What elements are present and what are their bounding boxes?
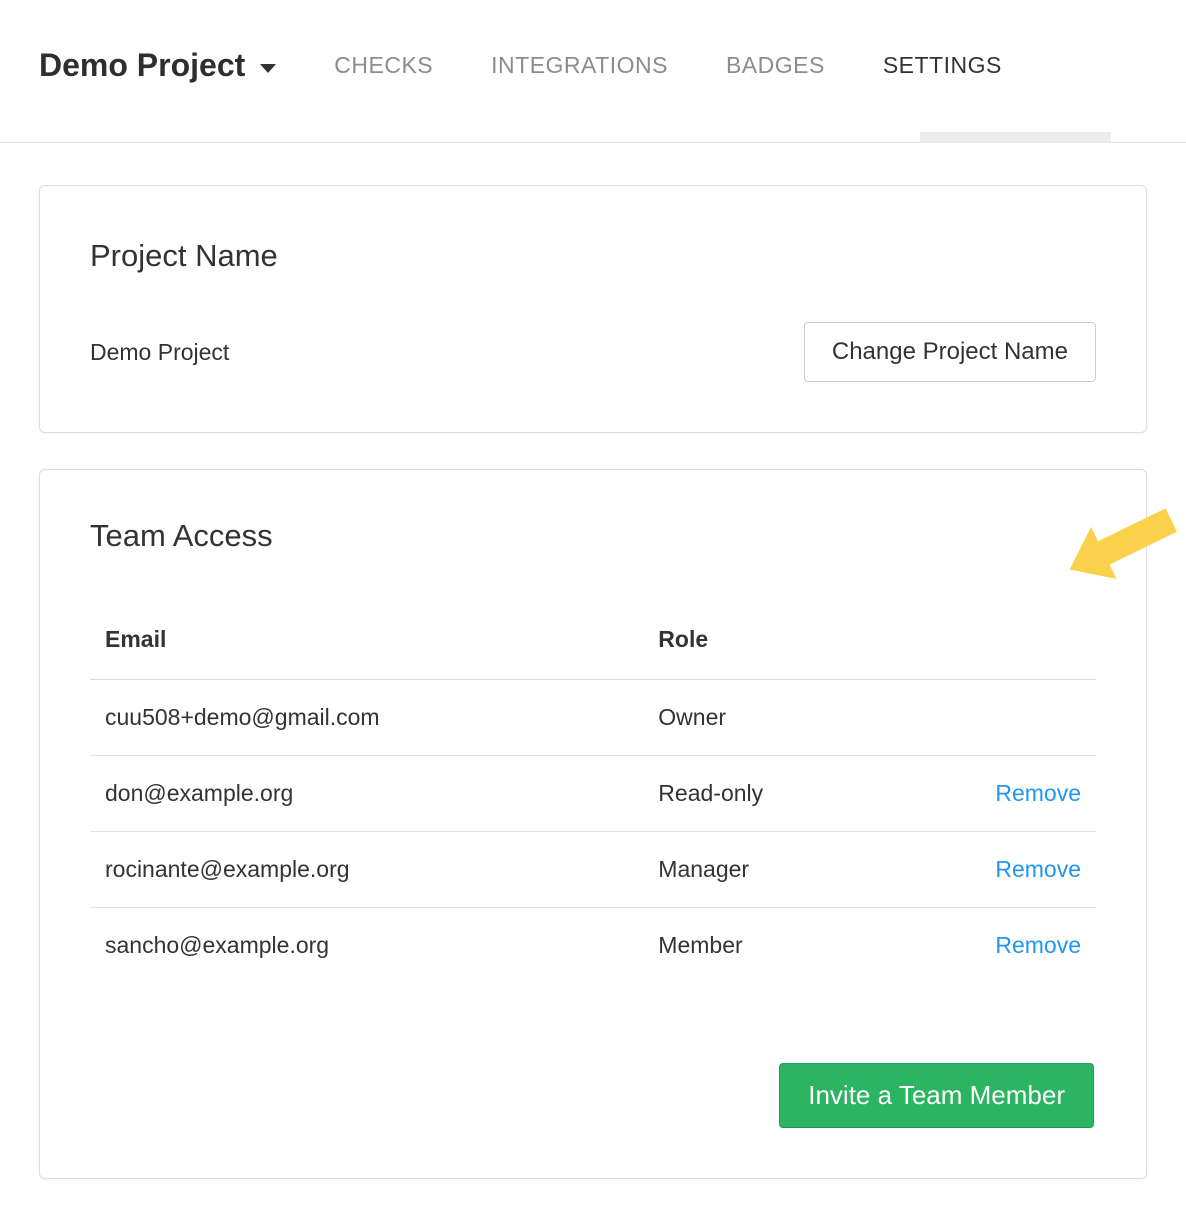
tab-settings[interactable]: SETTINGS bbox=[883, 52, 1002, 79]
member-role: Manager bbox=[643, 832, 925, 908]
chevron-down-icon bbox=[260, 64, 276, 73]
project-name-row: Demo Project Change Project Name bbox=[90, 322, 1096, 382]
column-header-action bbox=[925, 604, 1096, 680]
remove-member-link[interactable]: Remove bbox=[995, 856, 1081, 882]
invite-button-row: Invite a Team Member bbox=[90, 1063, 1096, 1128]
top-navigation-inner: Demo Project CHECKS INTEGRATIONS BADGES … bbox=[0, 0, 1186, 130]
member-role: Owner bbox=[643, 680, 925, 756]
member-role: Read-only bbox=[643, 756, 925, 832]
member-email: cuu508+demo@gmail.com bbox=[90, 680, 643, 756]
team-access-heading: Team Access bbox=[90, 518, 1096, 554]
remove-member-link[interactable]: Remove bbox=[995, 780, 1081, 806]
member-role: Member bbox=[643, 908, 925, 984]
invite-team-member-button[interactable]: Invite a Team Member bbox=[779, 1063, 1094, 1128]
remove-member-link[interactable]: Remove bbox=[995, 932, 1081, 958]
table-row: rocinante@example.org Manager Remove bbox=[90, 832, 1096, 908]
column-header-email: Email bbox=[90, 604, 643, 680]
table-row: sancho@example.org Member Remove bbox=[90, 908, 1096, 984]
table-header-row: Email Role bbox=[90, 604, 1096, 680]
tab-integrations[interactable]: INTEGRATIONS bbox=[491, 52, 668, 79]
column-header-role: Role bbox=[643, 604, 925, 680]
table-row: cuu508+demo@gmail.com Owner bbox=[90, 680, 1096, 756]
team-access-card: Team Access Email Role cuu508+demo@gmail… bbox=[39, 469, 1147, 1179]
change-project-name-button[interactable]: Change Project Name bbox=[804, 322, 1096, 382]
project-name-card: Project Name Demo Project Change Project… bbox=[39, 185, 1147, 433]
member-email: sancho@example.org bbox=[90, 908, 643, 984]
tab-checks[interactable]: CHECKS bbox=[334, 52, 433, 79]
current-project-name: Demo Project bbox=[90, 339, 229, 366]
active-tab-indicator bbox=[920, 132, 1111, 142]
settings-page-content: Project Name Demo Project Change Project… bbox=[0, 185, 1186, 1179]
member-email: don@example.org bbox=[90, 756, 643, 832]
project-name-heading: Project Name bbox=[90, 238, 1096, 274]
project-title-label: Demo Project bbox=[39, 47, 245, 84]
top-navigation-bar: Demo Project CHECKS INTEGRATIONS BADGES … bbox=[0, 0, 1186, 143]
tab-badges[interactable]: BADGES bbox=[726, 52, 825, 79]
member-email: rocinante@example.org bbox=[90, 832, 643, 908]
table-row: don@example.org Read-only Remove bbox=[90, 756, 1096, 832]
project-switcher[interactable]: Demo Project bbox=[39, 47, 276, 84]
team-members-table: Email Role cuu508+demo@gmail.com Owner d… bbox=[90, 604, 1096, 983]
